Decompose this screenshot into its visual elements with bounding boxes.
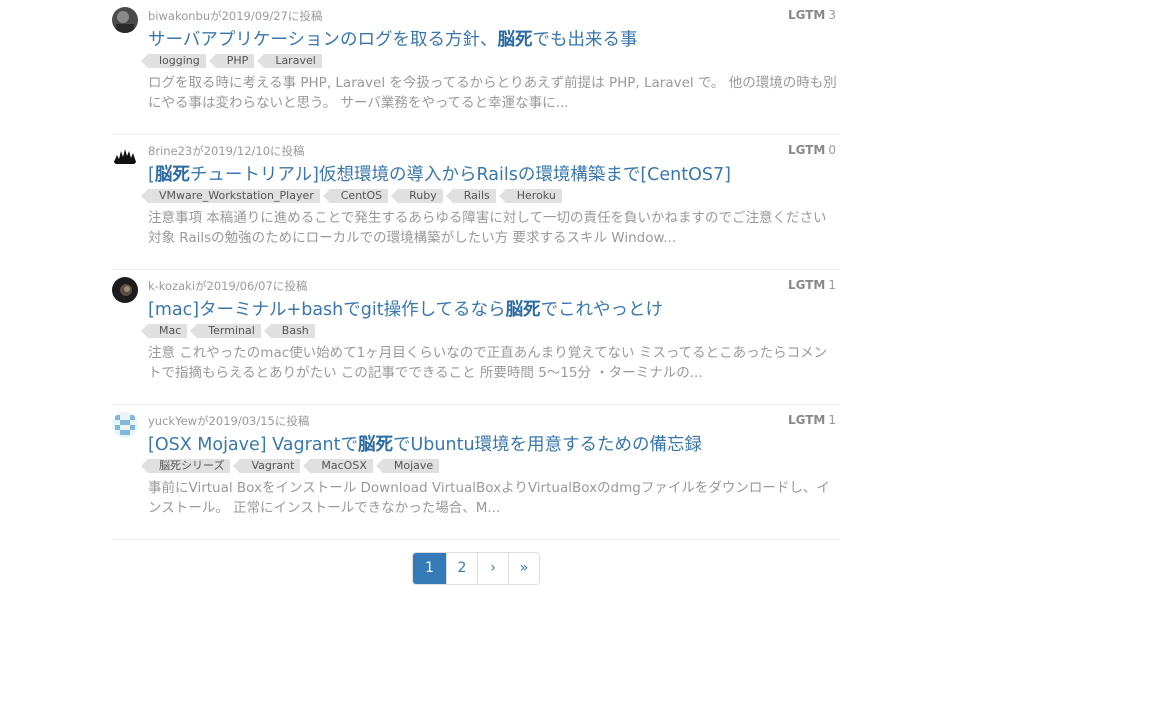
avatar[interactable] [112, 7, 138, 33]
tag[interactable]: MacOSX [303, 459, 373, 473]
post-excerpt: 注意事項 本稿通りに進めることで発生するあらゆる障害に対して一切の責任を負いかね… [148, 210, 827, 246]
tag[interactable]: Ruby [391, 189, 443, 203]
tag[interactable]: Rails [445, 189, 496, 203]
tag[interactable]: Bash [263, 324, 315, 338]
avatar[interactable] [112, 412, 138, 438]
list-item: 8rine23が2019/12/10に投稿 LGTM 0 [脳死チュートリアル]仮… [112, 135, 840, 270]
title-highlight: 脳死 [505, 300, 541, 320]
tag[interactable]: Terminal [190, 324, 261, 338]
search-results: biwakonbuが2019/09/27に投稿 LGTM 3 サーバアプリケーショ… [112, 0, 840, 540]
title-pre: サーバアプリケーションのログを取る方針、 [148, 30, 498, 50]
lgtm-count: LGTM 1 [788, 278, 836, 292]
post-meta: k-kozakiが2019/06/07に投稿 [148, 279, 308, 293]
tag-list: logging PHP Laravel [141, 54, 332, 68]
tag-list: VMware_Workstation_Player CentOS Ruby Ra… [141, 189, 572, 203]
tag[interactable]: VMware_Workstation_Player [141, 189, 320, 203]
post-meta: 8rine23が2019/12/10に投稿 [148, 144, 305, 158]
list-item: biwakonbuが2019/09/27に投稿 LGTM 3 サーバアプリケーショ… [112, 0, 840, 135]
last-page-button[interactable]: » [508, 553, 539, 584]
title-post: でこれやっとけ [540, 300, 664, 320]
tag[interactable]: Heroku [498, 189, 562, 203]
title-post: でも出来る事 [532, 30, 638, 50]
pagination: 1 2 › » [412, 552, 540, 585]
title-post: チュートリアル]仮想環境の導入からRailsの環境構築まで[CentOS7] [189, 165, 731, 185]
page-2-button[interactable]: 2 [446, 553, 477, 584]
lgtm-value: 3 [828, 8, 836, 22]
title-pre: [ [148, 165, 155, 185]
post-excerpt: 注意 これやったのmac使い始めて1ヶ月目くらいなので正直あんまり覚えてない ミ… [148, 345, 828, 381]
title-pre: [OSX Mojave] Vagrantで [148, 435, 358, 455]
tag[interactable]: logging [141, 54, 206, 68]
tag[interactable]: Mojave [375, 459, 440, 473]
tag[interactable]: PHP [208, 54, 255, 68]
avatar[interactable] [112, 142, 138, 168]
tag[interactable]: Mac [140, 324, 188, 338]
post-title-link[interactable]: サーバアプリケーションのログを取る方針、脳死でも出来る事 [148, 26, 637, 51]
lgtm-count: LGTM 0 [788, 143, 836, 157]
tag[interactable]: Laravel [257, 54, 322, 68]
post-excerpt: ログを取る時に考える事 PHP, Laravel を今扱ってるからとりあえず前提… [148, 75, 837, 111]
title-highlight: 脳死 [497, 30, 533, 50]
lgtm-count: LGTM 3 [788, 8, 836, 22]
lgtm-label: LGTM [787, 413, 826, 427]
lgtm-label: LGTM [787, 8, 826, 22]
post-meta: biwakonbuが2019/09/27に投稿 [148, 9, 323, 23]
tag[interactable]: 脳死シリーズ [140, 459, 231, 473]
next-page-button[interactable]: › [477, 553, 508, 584]
lgtm-value: 0 [828, 143, 836, 157]
post-title-link[interactable]: [脳死チュートリアル]仮想環境の導入からRailsの環境構築まで[CentOS7… [148, 161, 731, 186]
list-item: yuckYewが2019/03/15に投稿 LGTM 1 [OSX Mojave]… [112, 405, 840, 540]
lgtm-count: LGTM 1 [788, 413, 836, 427]
lgtm-label: LGTM [787, 143, 826, 157]
lgtm-label: LGTM [787, 278, 826, 292]
avatar[interactable] [112, 277, 138, 303]
tag[interactable]: CentOS [322, 189, 389, 203]
lgtm-value: 1 [828, 413, 836, 427]
title-pre: [mac]ターミナル+bashでgit操作してるなら [148, 300, 506, 320]
post-title-link[interactable]: [mac]ターミナル+bashでgit操作してるなら脳死でこれやっとけ [148, 296, 663, 321]
title-highlight: 脳死 [154, 165, 190, 185]
post-excerpt: 事前にVirtual Boxをインストール Download VirtualBo… [148, 480, 830, 516]
lgtm-value: 1 [828, 278, 836, 292]
title-post: でUbuntu環境を用意するための備忘録 [392, 435, 703, 455]
title-highlight: 脳死 [357, 435, 393, 455]
post-meta: yuckYewが2019/03/15に投稿 [148, 414, 310, 428]
list-item: k-kozakiが2019/06/07に投稿 LGTM 1 [mac]ターミナル+… [112, 270, 840, 405]
tag[interactable]: Vagrant [233, 459, 301, 473]
tag-list: 脳死シリーズ Vagrant MacOSX Mojave [140, 459, 449, 473]
tag-list: Mac Terminal Bash [140, 324, 325, 338]
page-1-button[interactable]: 1 [413, 553, 446, 584]
post-title-link[interactable]: [OSX Mojave] Vagrantで脳死でUbuntu環境を用意するための… [148, 431, 702, 456]
